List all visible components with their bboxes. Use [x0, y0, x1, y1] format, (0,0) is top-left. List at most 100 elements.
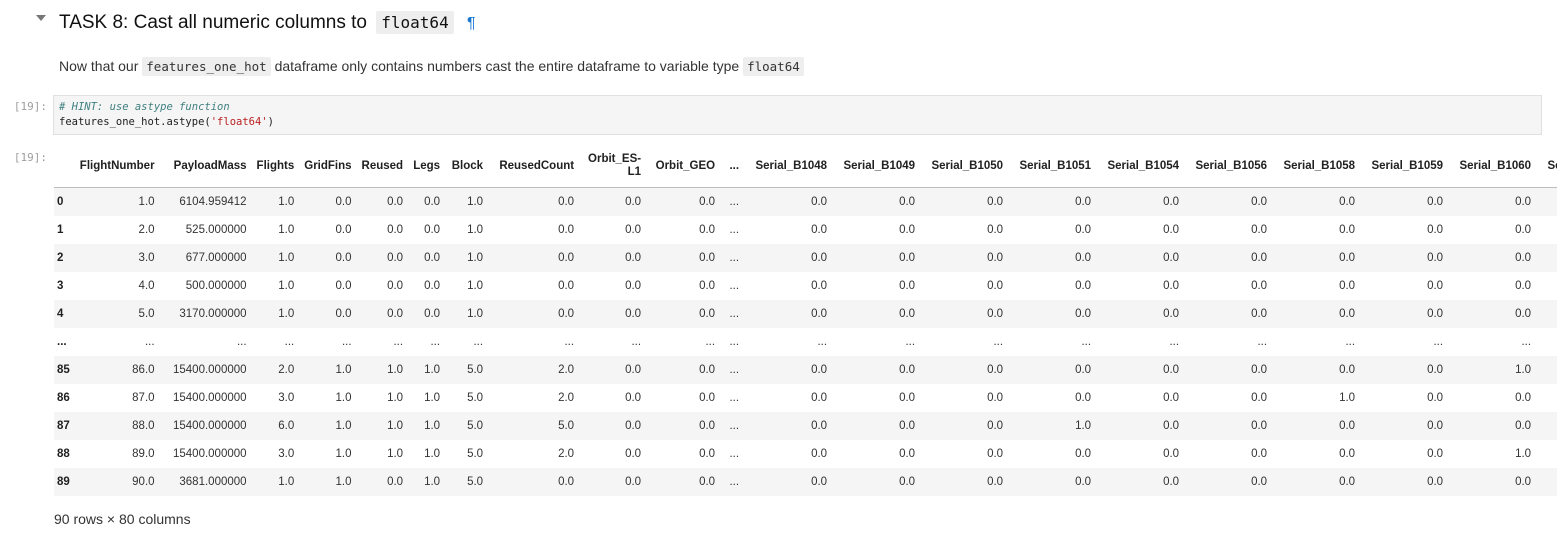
table-cell: 0.0 [1536, 188, 1557, 217]
table-cell: 1.0 [1515, 448, 1532, 460]
table-cell: ... [1169, 336, 1180, 348]
table-cell: 0.0 [1427, 476, 1444, 488]
code-function: astype( [166, 116, 211, 128]
table-cell: 0.0 [625, 364, 642, 376]
table-cell: 5.0 [467, 420, 484, 432]
table-cell: 1.0 [335, 420, 352, 432]
table-cell: 0.0 [1251, 364, 1268, 376]
table-cell: 0.0 [1163, 224, 1180, 236]
table-cell: 0.0 [1536, 440, 1557, 468]
row-index: 2 [57, 252, 64, 264]
table-cell: 5.0 [558, 420, 575, 432]
code-line-1: # HINT: use astype function [59, 100, 1536, 115]
dataframe-output[interactable]: FlightNumber PayloadMass Flights GridFins Re… [54, 145, 1557, 500]
table-cell: 0.0 [699, 280, 716, 292]
table-cell: 1.0 [278, 308, 295, 320]
table-cell: 0.0 [1339, 420, 1356, 432]
para-code-2: float64 [743, 57, 804, 76]
table-cell: 0.0 [335, 252, 352, 264]
table-cell: ... [631, 336, 642, 348]
table-row: 1 2.0 525.000000 1.0 0.0 0.0 0.0 1.0 0.0 0.0 0.0..… [54, 216, 1557, 244]
table-cell: 0.0 [699, 420, 716, 432]
table-cell: ... [284, 336, 295, 348]
code-editor[interactable]: # HINT: use astype function features_one… [53, 95, 1542, 135]
table-cell: 0.0 [1163, 280, 1180, 292]
table-cell: 0.0 [1251, 476, 1268, 488]
table-cell: 6104.959412 [179, 196, 247, 208]
table-cell: 0.0 [625, 196, 642, 208]
table-cell: 0.0 [1075, 364, 1092, 376]
table-row: 2 3.0 677.000000 1.0 0.0 0.0 0.0 1.0 0.0 0.0 0.0..… [54, 244, 1557, 272]
column-header: ReusedCount [488, 145, 580, 188]
column-header: Orbit_GEO [646, 145, 721, 188]
table-cell: 0.0 [1339, 252, 1356, 264]
table-cell: 0.0 [1536, 272, 1557, 300]
table-cell: 0.0 [1339, 224, 1356, 236]
collapse-heading-icon[interactable] [36, 15, 46, 21]
table-cell: 0.0 [1075, 476, 1092, 488]
table-cell: 0.0 [1075, 196, 1092, 208]
table-cell: 0.0 [1536, 216, 1557, 244]
table-cell: 0.0 [1536, 300, 1557, 328]
table-header-row: FlightNumber PayloadMass Flights GridFins Re… [54, 145, 1557, 188]
table-cell: 0.0 [424, 196, 441, 208]
table-cell: 0.0 [558, 252, 575, 264]
column-header: Serial_B1048 [744, 145, 833, 188]
instruction-paragraph: Now that our features_one_hot dataframe … [59, 54, 804, 78]
row-index: 89 [57, 476, 70, 488]
table-cell: 1.0 [387, 420, 404, 432]
input-prompt: [19]: [13, 100, 47, 113]
table-cell: 0.0 [625, 308, 642, 320]
table-cell: 0.0 [1515, 252, 1532, 264]
table-cell: 0.0 [987, 308, 1004, 320]
table-cell: 0.0 [1515, 308, 1532, 320]
table-cell: 0.0 [699, 224, 716, 236]
table-cell: 1.0 [467, 280, 484, 292]
table-cell: 0.0 [1427, 252, 1444, 264]
table-cell: 0.0 [987, 448, 1004, 460]
table-cell: 1.0 [467, 196, 484, 208]
table-cell: 0.0 [387, 476, 404, 488]
table-cell: 0.0 [811, 308, 828, 320]
anchor-link[interactable]: ¶ [467, 15, 476, 32]
table-cell: 500.000000 [185, 280, 247, 292]
table-cell: ... [393, 336, 404, 348]
table-cell: 0.0 [1251, 252, 1268, 264]
table-cell: 89.0 [132, 448, 155, 460]
table-cell: 0.0 [699, 252, 716, 264]
table-cell: 6.0 [278, 420, 295, 432]
table-cell: 0.0 [1163, 364, 1180, 376]
table-cell: 0.0 [1339, 196, 1356, 208]
table-cell: ... [905, 336, 916, 348]
table-cell: 1.0 [278, 224, 295, 236]
table-cell: 0.0 [558, 308, 575, 320]
table-cell: 5.0 [467, 448, 484, 460]
table-cell: 0.0 [1075, 224, 1092, 236]
column-header: Legs [408, 145, 446, 188]
code-string: 'float64' [210, 116, 268, 128]
table-cell: ... [729, 392, 740, 404]
table-cell: ... [729, 308, 740, 320]
table-cell: 0.0 [558, 280, 575, 292]
table-cell: 0.0 [699, 308, 716, 320]
table-cell: 0.0 [899, 364, 916, 376]
table-cell: 0.0 [811, 196, 828, 208]
table-cell: 1.0 [1515, 364, 1532, 376]
table-cell: 5.0 [467, 392, 484, 404]
row-index: 87 [57, 420, 70, 432]
table-cell: 2.0 [138, 224, 155, 236]
table-cell: ... [729, 252, 740, 264]
table-cell: 90.0 [132, 476, 155, 488]
column-header: Orbit_ES-L1 [579, 145, 647, 188]
table-cell: 1.0 [278, 476, 295, 488]
column-header: FlightNumber [74, 145, 160, 188]
column-header: Serial_B1054 [1096, 145, 1185, 188]
table-cell: 0.0 [387, 280, 404, 292]
table-cell: 0.0 [424, 280, 441, 292]
table-cell: 0.0 [387, 196, 404, 208]
code-comment: # HINT: use astype function [59, 101, 230, 113]
table-cell: 1.0 [467, 252, 484, 264]
table-cell: 0.0 [558, 196, 575, 208]
table-cell: 0.0 [1427, 280, 1444, 292]
table-cell: 0.0 [987, 392, 1004, 404]
